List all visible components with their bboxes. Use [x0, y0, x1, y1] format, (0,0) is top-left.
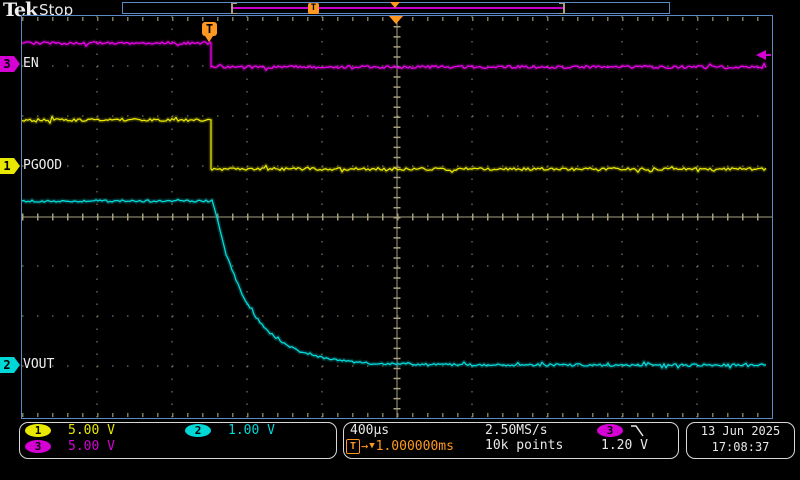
expansion-point-icon[interactable]: [389, 16, 403, 24]
timebase-readout[interactable]: 400µs: [350, 424, 389, 438]
delay-arrow-icon: →: [361, 439, 369, 453]
delay-t-icon: T: [346, 439, 360, 454]
trace-pgood: [22, 115, 767, 173]
oscilloscope-screen: Tek Stop T T 3 EN 1 PGOOD 2 VOUT 1 5.00 …: [0, 0, 800, 480]
ch2-scale-readout[interactable]: 1.00 V: [228, 424, 275, 438]
graticule: [21, 15, 773, 419]
waveform-traces: [22, 39, 769, 371]
preview-trigger-t-icon[interactable]: T: [308, 3, 319, 14]
trace-label-vout: VOUT: [23, 357, 55, 372]
trigger-position-flag-icon[interactable]: T: [202, 22, 217, 36]
channel-marker-ch2[interactable]: 2: [0, 357, 20, 373]
trace-label-en: EN: [23, 56, 39, 71]
trigger-level-arrow-tail: [766, 54, 771, 56]
channel-marker-ch1-number: 1: [3, 159, 11, 173]
trace-vout: [22, 198, 767, 369]
delay-readout[interactable]: T → ▼ 1.000000ms: [346, 439, 454, 454]
preview-window-bracket-left[interactable]: [231, 3, 237, 14]
channel-marker-ch3-number: 3: [3, 57, 11, 71]
record-length-readout: 10k points: [485, 438, 564, 453]
ch3-badge[interactable]: 3: [25, 440, 51, 453]
delay-value: 1.000000ms: [375, 438, 454, 454]
time-readout: 17:08:37: [711, 440, 770, 454]
delay-triangle-icon: ▼: [369, 441, 375, 451]
channel-marker-ch2-number: 2: [3, 358, 11, 372]
trigger-source-badge[interactable]: 3: [597, 424, 623, 437]
trigger-level-readout[interactable]: 1.20 V: [601, 439, 648, 453]
date-readout: 13 Jun 2025: [700, 424, 781, 438]
trace-label-pgood: PGOOD: [23, 158, 63, 173]
channel-marker-ch1[interactable]: 1: [0, 158, 20, 174]
ch2-badge[interactable]: 2: [185, 424, 211, 437]
ch3-scale-readout[interactable]: 5.00 V: [68, 440, 115, 454]
preview-expansion-triangle-icon[interactable]: [390, 2, 400, 8]
falling-edge-icon: [631, 425, 644, 437]
channel-marker-ch3[interactable]: 3: [0, 56, 20, 72]
trigger-level-arrow-icon[interactable]: [756, 50, 766, 60]
ch1-scale-readout[interactable]: 5.00 V: [68, 424, 115, 438]
preview-window-bracket-right[interactable]: [559, 3, 565, 14]
ch1-badge[interactable]: 1: [25, 424, 51, 437]
vertical-readout-box[interactable]: [19, 422, 337, 459]
sample-rate-readout: 2.50MS/s: [485, 423, 548, 438]
trigger-position-flag-tail: [205, 36, 213, 42]
